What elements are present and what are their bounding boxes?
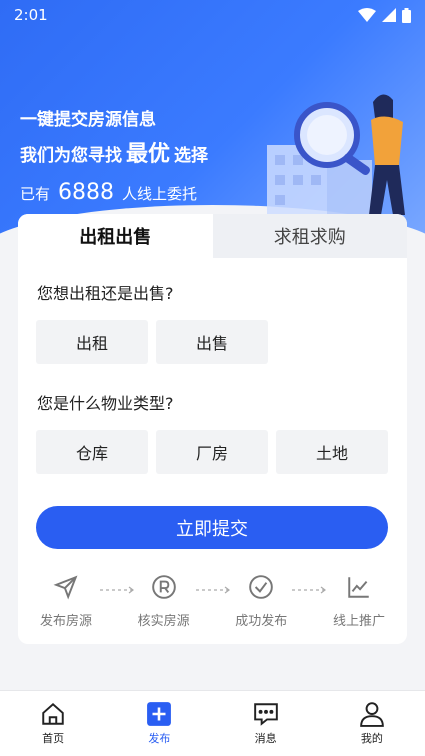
step-success: 成功发布 <box>225 574 297 634</box>
nav-home[interactable]: 首页 <box>23 701 83 746</box>
publish-card: 出租出售 求租求购 您想出租还是出售? 出租 出售 您是什么物业类型? 仓库 厂… <box>18 214 407 644</box>
arrow-right-icon <box>196 586 230 594</box>
wifi-icon <box>358 8 376 22</box>
step-publish: 发布房源 <box>30 574 102 634</box>
hero-illustration <box>267 94 405 220</box>
option-factory[interactable]: 厂房 <box>156 430 268 474</box>
nav-messages[interactable]: 消息 <box>236 701 296 746</box>
nav-label: 发布 <box>148 732 171 745</box>
option-warehouse[interactable]: 仓库 <box>36 430 148 474</box>
nav-publish[interactable]: 发布 <box>129 701 189 746</box>
submit-button[interactable]: 立即提交 <box>36 506 388 549</box>
hero-sub-emphasis: 最优 <box>126 142 171 167</box>
step-label: 线上推广 <box>332 614 385 629</box>
option-land[interactable]: 土地 <box>276 430 388 474</box>
option-sell[interactable]: 出售 <box>156 320 268 364</box>
hero-text: 一键提交房源信息 我们为您寻找 最优 选择 已有 6888 人线上委托 <box>20 105 208 205</box>
step-label: 发布房源 <box>39 614 92 629</box>
home-icon <box>42 702 64 725</box>
hero-sub-suffix: 选择 <box>174 146 209 166</box>
step-promote: 线上推广 <box>323 574 395 634</box>
arrow-right-icon <box>292 586 326 594</box>
hero-subheadline: 我们为您寻找 最优 选择 <box>20 136 208 168</box>
hero-headline: 一键提交房源信息 <box>20 110 156 130</box>
step-label: 成功发布 <box>235 614 288 629</box>
nav-label: 我的 <box>360 732 383 745</box>
signal-icon <box>382 8 396 22</box>
message-icon <box>253 703 278 726</box>
step-verify: 核实房源 <box>128 574 200 634</box>
question-property-type: 您是什么物业类型? <box>37 394 174 413</box>
plus-icon <box>147 702 172 726</box>
nav-label: 首页 <box>42 732 65 745</box>
person-graphic <box>369 94 405 215</box>
registered-icon <box>151 575 176 599</box>
bottom-nav: 首页 发布 消息 我的 <box>0 690 425 756</box>
hero-stats: 已有 6888 人线上委托 <box>20 180 208 205</box>
question-rent-or-sell: 您想出租还是出售? <box>37 284 174 303</box>
options-property-type: 仓库 厂房 土地 <box>36 430 407 474</box>
send-icon <box>53 575 78 600</box>
hero-stats-count: 6888 <box>58 180 115 205</box>
arrow-right-icon <box>100 586 134 594</box>
hero-stats-prefix: 已有 <box>20 185 51 203</box>
tab-rent-sell[interactable]: 出租出售 <box>18 214 213 258</box>
hero-stats-suffix: 人线上委托 <box>122 185 198 203</box>
nav-profile[interactable]: 我的 <box>342 701 402 746</box>
hero-sub-prefix: 我们为您寻找 <box>20 146 122 166</box>
status-time: 2:01 <box>14 6 48 24</box>
battery-icon <box>402 7 411 23</box>
tab-bar: 出租出售 求租求购 <box>18 214 407 258</box>
process-steps: 发布房源 核实房源 成功发布 线上推广 <box>18 574 407 634</box>
tab-seek-buy[interactable]: 求租求购 <box>212 214 407 258</box>
status-bar: 2:01 <box>0 0 425 30</box>
option-rent[interactable]: 出租 <box>36 320 148 364</box>
status-icons <box>358 7 411 23</box>
chart-icon <box>348 577 369 598</box>
check-circle-icon <box>249 575 274 599</box>
user-icon <box>360 702 384 727</box>
step-label: 核实房源 <box>137 614 190 629</box>
options-rent-or-sell: 出租 出售 <box>36 320 407 364</box>
nav-label: 消息 <box>254 732 277 745</box>
